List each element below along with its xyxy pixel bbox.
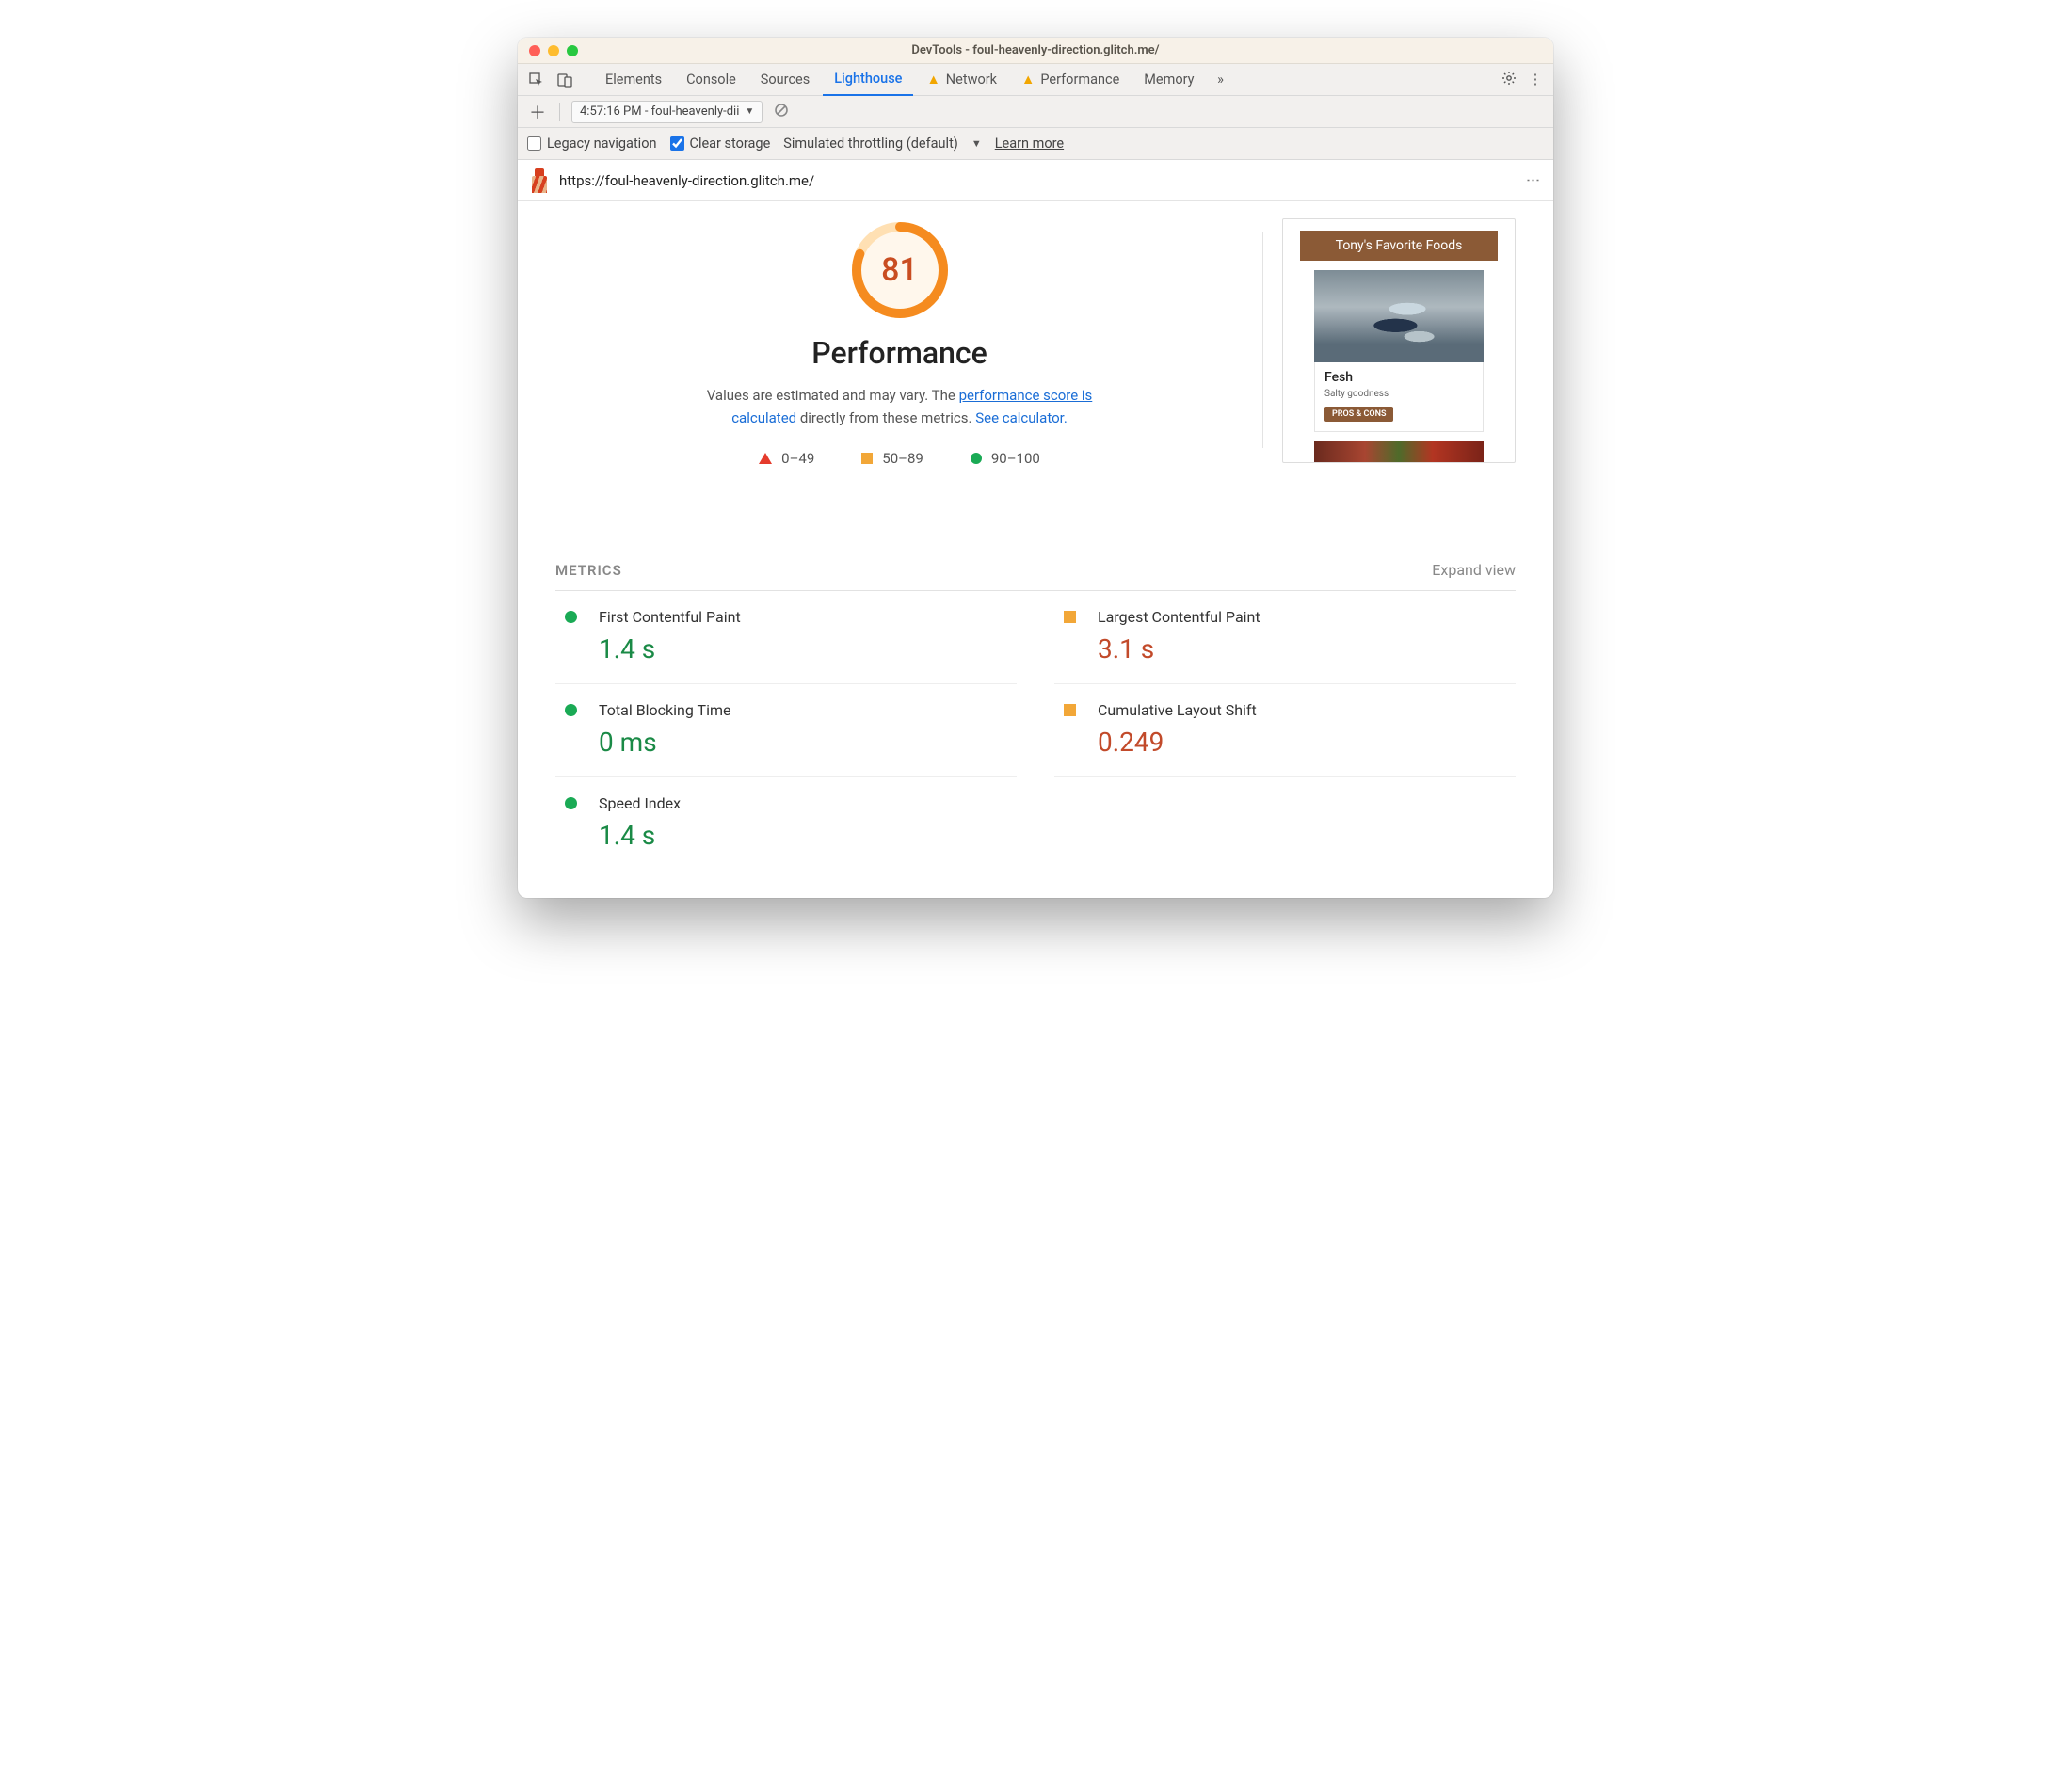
calculator-link[interactable]: See calculator. [975, 409, 1068, 426]
chevron-down-icon[interactable]: ▼ [971, 137, 982, 150]
metric-si: Speed Index 1.4 s [555, 777, 1017, 870]
clear-icon[interactable] [774, 103, 789, 121]
score-value: 81 [848, 218, 952, 322]
tab-memory[interactable]: Memory [1132, 64, 1205, 96]
metric-lcp: Largest Contentful Paint 3.1 s [1054, 591, 1516, 684]
report-url: https://foul-heavenly-direction.glitch.m… [559, 172, 814, 189]
report-selector-label: 4:57:16 PM - foul-heavenly-dii [580, 104, 739, 119]
clear-storage-input[interactable] [670, 136, 684, 151]
preview-card-subtitle: Salty goodness [1324, 389, 1473, 399]
category-description: Values are estimated and may vary. The p… [693, 384, 1107, 429]
device-toggle-icon[interactable] [552, 72, 578, 88]
throttling-label: Simulated throttling (default) [783, 136, 958, 152]
legacy-navigation-checkbox[interactable]: Legacy navigation [527, 136, 657, 152]
tab-label: Network [946, 72, 997, 88]
legacy-navigation-input[interactable] [527, 136, 541, 151]
tab-performance[interactable]: ▲ Performance [1010, 64, 1131, 96]
gear-icon[interactable] [1497, 71, 1521, 89]
legend-fail: 0–49 [759, 450, 814, 467]
metric-name: Largest Contentful Paint [1098, 608, 1512, 626]
metric-name: First Contentful Paint [599, 608, 1013, 626]
preview-card-button: PROS & CONS [1324, 407, 1393, 422]
separator [559, 103, 560, 121]
vertical-divider [1262, 232, 1263, 448]
learn-more-link[interactable]: Learn more [995, 136, 1064, 152]
metrics-grid: First Contentful Paint 1.4 s Largest Con… [555, 591, 1516, 870]
tab-label: Sources [761, 72, 810, 88]
tab-label: Memory [1144, 72, 1194, 88]
clear-storage-checkbox[interactable]: Clear storage [670, 136, 771, 152]
circle-icon [971, 453, 982, 464]
status-dot-icon [565, 704, 577, 716]
metric-name: Speed Index [599, 794, 1013, 812]
kebab-icon[interactable]: ⋮ [1523, 72, 1548, 88]
legend-label: 90–100 [991, 450, 1040, 467]
report-selector-dropdown[interactable]: 4:57:16 PM - foul-heavenly-dii ▼ [571, 101, 763, 123]
chevron-down-icon: ▼ [745, 106, 754, 117]
preview-card-title: Fesh [1324, 370, 1473, 385]
metrics-header: METRICS Expand view [555, 561, 1516, 591]
report-menu-icon[interactable]: ⋮ [1525, 173, 1542, 188]
metric-fcp: First Contentful Paint 1.4 s [555, 591, 1017, 684]
preview-image [1314, 270, 1484, 362]
metric-tbt: Total Blocking Time 0 ms [555, 684, 1017, 777]
status-square-icon [1064, 704, 1076, 716]
metric-cls: Cumulative Layout Shift 0.249 [1054, 684, 1516, 777]
tab-sources[interactable]: Sources [749, 64, 821, 96]
lighthouse-options-bar: Legacy navigation Clear storage Simulate… [518, 128, 1553, 160]
preview-card: Fesh Salty goodness PROS & CONS [1314, 362, 1484, 432]
tab-label: Performance [1040, 72, 1119, 88]
metric-value: 0 ms [599, 727, 1013, 758]
status-square-icon [1064, 611, 1076, 623]
report-body: 81 Performance Values are estimated and … [518, 201, 1553, 504]
desc-text: directly from these metrics. [796, 409, 975, 426]
score-gauge: 81 [848, 218, 952, 322]
checkbox-label: Clear storage [690, 136, 771, 152]
metrics-section: METRICS Expand view First Contentful Pai… [518, 504, 1553, 898]
score-panel: 81 Performance Values are estimated and … [555, 213, 1244, 467]
legend-pass: 90–100 [971, 450, 1040, 467]
metrics-heading: METRICS [555, 562, 622, 579]
window-title: DevTools - foul-heavenly-direction.glitc… [518, 43, 1553, 57]
metric-value: 0.249 [1098, 727, 1512, 758]
devtools-window: DevTools - foul-heavenly-direction.glitc… [518, 38, 1553, 898]
expand-view-toggle[interactable]: Expand view [1432, 561, 1516, 579]
lighthouse-toolbar: ＋ 4:57:16 PM - foul-heavenly-dii ▼ [518, 96, 1553, 128]
legend-label: 50–89 [882, 450, 923, 467]
tab-elements[interactable]: Elements [594, 64, 673, 96]
square-icon [861, 453, 873, 464]
tab-label: Lighthouse [834, 71, 902, 87]
preview-header: Tony's Favorite Foods [1300, 231, 1498, 261]
metric-name: Cumulative Layout Shift [1098, 701, 1512, 719]
score-legend: 0–49 50–89 90–100 [759, 450, 1040, 467]
checkbox-label: Legacy navigation [547, 136, 657, 152]
metric-value: 3.1 s [1098, 633, 1512, 664]
legend-label: 0–49 [781, 450, 814, 467]
tab-lighthouse[interactable]: Lighthouse [823, 64, 913, 96]
warning-icon: ▲ [926, 72, 939, 88]
page-screenshot-preview: Tony's Favorite Foods Fesh Salty goodnes… [1282, 218, 1516, 463]
new-report-button[interactable]: ＋ [527, 100, 548, 124]
tab-console[interactable]: Console [675, 64, 747, 96]
legend-average: 50–89 [861, 450, 923, 467]
inspect-icon[interactable] [523, 72, 550, 88]
metric-value: 1.4 s [599, 820, 1013, 851]
window-titlebar: DevTools - foul-heavenly-direction.glitc… [518, 38, 1553, 64]
report-header: https://foul-heavenly-direction.glitch.m… [518, 160, 1553, 201]
preview-strip [1314, 441, 1484, 462]
status-dot-icon [565, 611, 577, 623]
triangle-icon [759, 453, 772, 464]
tab-network[interactable]: ▲ Network [915, 64, 1008, 96]
metric-name: Total Blocking Time [599, 701, 1013, 719]
devtools-tabbar: Elements Console Sources Lighthouse ▲ Ne… [518, 64, 1553, 96]
category-title: Performance [811, 335, 987, 371]
lighthouse-icon [529, 168, 550, 193]
warning-icon: ▲ [1021, 72, 1035, 88]
status-dot-icon [565, 797, 577, 809]
tab-label: Console [686, 72, 736, 88]
tab-label: Elements [605, 72, 662, 88]
more-tabs-icon[interactable]: » [1208, 72, 1234, 88]
metric-value: 1.4 s [599, 633, 1013, 664]
desc-text: Values are estimated and may vary. The [707, 387, 959, 404]
